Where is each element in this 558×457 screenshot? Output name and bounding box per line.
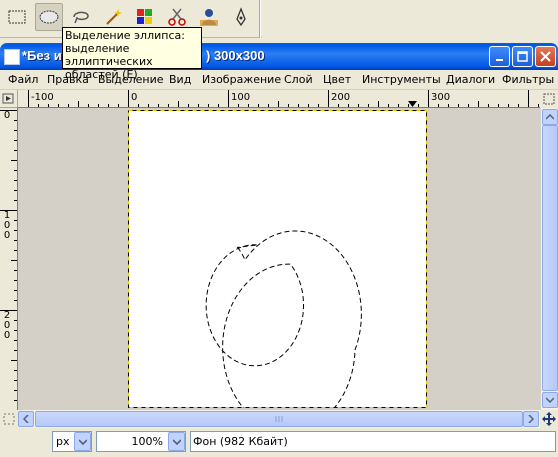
select-by-color-icon <box>137 9 152 24</box>
menu-tools[interactable]: Инструменты <box>362 73 441 86</box>
vruler-label: 0 <box>3 230 11 241</box>
vertical-scrollbar[interactable] <box>540 108 558 410</box>
ellipse-selection-marquee[interactable] <box>205 230 362 408</box>
scissors-icon <box>168 8 186 26</box>
quick-mask-button[interactable] <box>0 410 18 428</box>
foreground-select-icon <box>200 9 218 26</box>
horizontal-ruler: -100 0 100 200 300 <box>18 90 540 108</box>
minimize-icon <box>495 58 503 61</box>
menu-filters[interactable]: Фильтры <box>502 73 554 86</box>
ellipse-select-tool[interactable] <box>35 3 63 31</box>
zoom-toggle-button[interactable] <box>540 90 558 108</box>
scroll-down-button[interactable] <box>542 392 558 408</box>
layer-info: Фон (982 Кбайт) <box>193 435 288 448</box>
toolbox-divider <box>259 0 261 38</box>
menu-layer[interactable]: Слой <box>284 73 313 86</box>
zoom-dropdown-button[interactable] <box>168 432 185 451</box>
hruler-label: -100 <box>31 92 54 103</box>
app-icon <box>4 49 20 65</box>
chevron-down-icon <box>78 438 87 445</box>
paths-tool[interactable] <box>227 3 255 31</box>
tool-tooltip: Выделение эллипса: выделение эллиптическ… <box>62 27 202 81</box>
maximize-button[interactable] <box>512 46 533 67</box>
ruler-corner-button[interactable] <box>0 90 18 108</box>
zoom-lock-icon <box>543 93 555 105</box>
vruler-label: 0 <box>3 110 11 121</box>
ellipse-select-icon <box>39 10 59 24</box>
chevron-down-icon <box>546 397 554 403</box>
rect-select-icon <box>8 10 26 24</box>
pointer-marker-icon <box>408 101 417 107</box>
vruler-label: 0 <box>3 330 11 341</box>
hruler-label: 200 <box>331 92 351 103</box>
menu-colors[interactable]: Цвет <box>323 73 351 86</box>
menu-arrow-icon <box>2 93 14 104</box>
menu-view[interactable]: Вид <box>169 73 191 86</box>
horizontal-scrollbar[interactable] <box>18 410 540 428</box>
vertical-ruler: 0 1 0 0 2 0 0 <box>0 108 18 410</box>
menu-file[interactable]: Файл <box>8 73 38 86</box>
zoom-select[interactable]: 100% <box>96 431 186 452</box>
vertical-scroll-thumb[interactable] <box>542 125 558 391</box>
rect-select-tool[interactable] <box>3 3 31 31</box>
maximize-icon <box>517 51 528 62</box>
unit-select[interactable]: px <box>52 431 92 452</box>
canvas-boundary <box>128 110 427 408</box>
quick-mask-icon <box>3 413 15 425</box>
hruler-label: 300 <box>431 92 451 103</box>
scroll-up-button[interactable] <box>542 109 558 125</box>
window-title-end: ) 300x300 <box>206 48 265 63</box>
navigate-button[interactable] <box>540 410 558 428</box>
paths-icon <box>236 7 246 27</box>
chevron-up-icon <box>546 114 554 120</box>
chevron-right-icon <box>528 415 534 423</box>
vertical-ruler-ticks <box>0 110 17 401</box>
navigate-icon <box>542 412 556 426</box>
status-message: Фон (982 Кбайт) <box>190 431 556 452</box>
window-title: *Без и ) 300x300 <box>22 48 265 63</box>
window-title-start: *Без и <box>22 48 62 63</box>
layer-boundary <box>128 110 427 408</box>
horizontal-ruler-ticks <box>28 90 539 107</box>
canvas-workarea[interactable] <box>18 108 540 410</box>
unit-dropdown-button[interactable] <box>74 432 91 451</box>
close-button[interactable] <box>535 46 556 67</box>
scroll-right-button[interactable] <box>523 411 539 427</box>
zoom-value: 100% <box>131 435 163 448</box>
horizontal-scroll-thumb[interactable] <box>35 411 523 427</box>
hruler-label: 100 <box>231 92 251 103</box>
minimize-button[interactable] <box>489 46 510 67</box>
grip-icon <box>275 416 283 422</box>
menu-dialogs[interactable]: Диалоги <box>446 73 495 86</box>
selection-overlay <box>128 110 427 408</box>
statusbar: px 100% Фон (982 Кбайт) <box>0 428 558 457</box>
chevron-left-icon <box>23 415 29 423</box>
hruler-label: 0 <box>131 92 138 103</box>
lasso-select-icon <box>73 11 89 24</box>
menu-image[interactable]: Изображение <box>202 73 281 86</box>
scroll-left-button[interactable] <box>18 411 34 427</box>
image-canvas[interactable] <box>128 110 427 408</box>
magic-wand-icon <box>106 9 122 25</box>
unit-value: px <box>56 435 70 448</box>
close-icon <box>540 51 551 62</box>
chevron-down-icon <box>172 438 181 445</box>
